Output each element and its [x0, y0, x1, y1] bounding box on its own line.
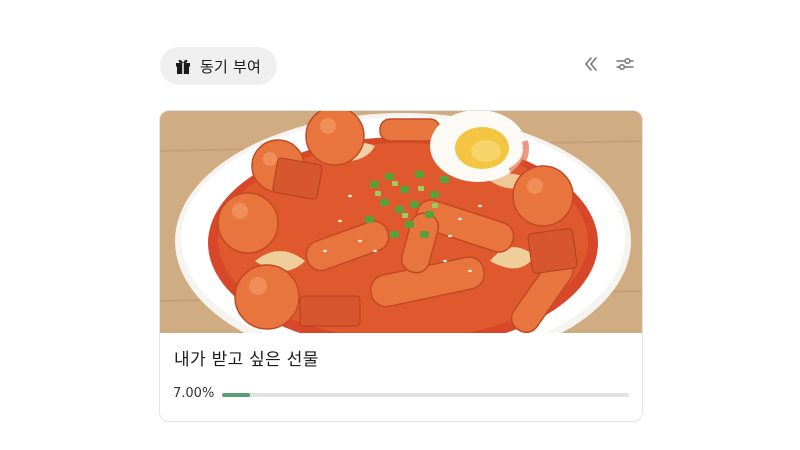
filter-button[interactable]	[613, 54, 637, 78]
motivation-chip[interactable]: 동기 부여	[160, 47, 277, 85]
double-chevron-left-icon	[583, 56, 599, 76]
progress-percent: 7.00%	[173, 386, 215, 401]
progress-bar	[222, 393, 629, 397]
gift-icon	[174, 57, 192, 75]
chip-label: 동기 부여	[200, 57, 261, 76]
goal-card[interactable]: 내가 받고 싶은 선물 7.00%	[159, 110, 643, 422]
tteokbokki-photo	[160, 111, 642, 333]
sliders-icon	[616, 56, 634, 76]
collapse-button[interactable]	[579, 54, 603, 78]
progress-fill	[222, 393, 251, 397]
card-title: 내가 받고 싶은 선물	[174, 350, 319, 370]
goal-page: 동기 부여 내가 받고 싶은 선물 7.00%	[0, 0, 800, 450]
